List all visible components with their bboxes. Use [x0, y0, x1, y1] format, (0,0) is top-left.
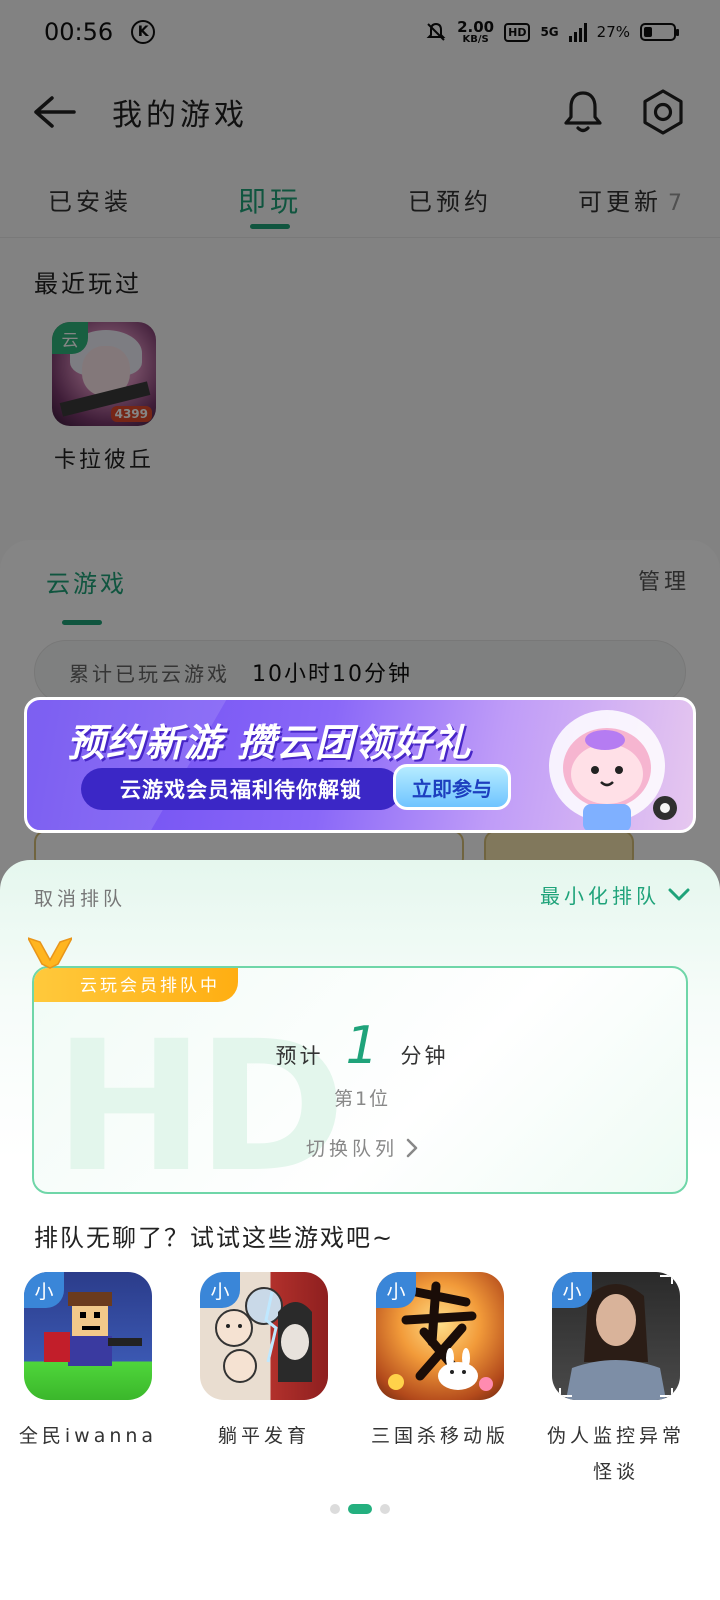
queue-bottom-sheet: 取消排队 最小化排队 HD 云玩会员排队中 预计 1 分钟 第1位 切换队列 排…: [0, 860, 720, 1600]
game-icon: 小: [376, 1272, 504, 1400]
chevron-down-icon: [668, 888, 690, 900]
game-card[interactable]: 小 三国杀移动版: [352, 1272, 528, 1454]
mini-game-tag: 小: [200, 1272, 240, 1308]
game-icon: 小: [200, 1272, 328, 1400]
eta-unit: 分钟: [400, 1044, 449, 1068]
join-now-button[interactable]: 立即参与: [393, 764, 511, 810]
minimize-queue-label: 最小化排队: [540, 884, 660, 908]
page-indicator: [0, 1504, 720, 1514]
page-dot: [330, 1504, 340, 1514]
minimize-queue-button[interactable]: 最小化排队: [540, 880, 690, 909]
game-name: 三国杀移动版: [370, 1425, 509, 1447]
promo-banner[interactable]: 预约新游 攒云团领好礼 云游戏会员福利待你解锁 立即参与: [24, 697, 696, 833]
page-dot-active: [348, 1504, 372, 1514]
eta-value: 1: [345, 1016, 379, 1076]
suggested-games-list: 小 全民iwanna 小 躺平发育 小 三国杀移动版 小 伪人监控异常怪谈: [0, 1272, 720, 1502]
page-dot: [380, 1504, 390, 1514]
banner-title: 预约新游 攒云团领好礼: [67, 721, 472, 765]
cancel-queue-button[interactable]: 取消排队: [34, 884, 126, 911]
game-card[interactable]: 小 躺平发育: [176, 1272, 352, 1454]
game-name: 躺平发育: [217, 1425, 310, 1447]
game-icon: 小: [24, 1272, 152, 1400]
eta-row: 预计 1 分钟: [34, 1016, 686, 1076]
eta-prefix: 预计: [275, 1044, 324, 1068]
game-name: 全民iwanna: [18, 1425, 158, 1447]
suggested-games-title: 排队无聊了？试试这些游戏吧~: [34, 1224, 395, 1252]
game-card[interactable]: 小 全民iwanna: [0, 1272, 176, 1454]
mascot-astronaut-icon: [549, 710, 677, 830]
game-name: 伪人监控异常怪谈: [546, 1425, 685, 1483]
game-icon: 小: [552, 1272, 680, 1400]
mini-game-tag: 小: [552, 1272, 592, 1308]
mini-game-tag: 小: [24, 1272, 64, 1308]
vip-crown-v-icon: [28, 937, 72, 969]
banner-subtitle: 云游戏会员福利待你解锁: [81, 768, 401, 810]
switch-queue-label: 切换队列: [305, 1138, 398, 1160]
game-card[interactable]: 小 伪人监控异常怪谈: [528, 1272, 704, 1490]
switch-queue-button[interactable]: 切换队列: [34, 1134, 686, 1161]
queue-position: 第1位: [333, 1088, 391, 1110]
chevron-right-icon: [406, 1138, 418, 1157]
mini-game-tag: 小: [376, 1272, 416, 1308]
queue-status-card: HD 云玩会员排队中 预计 1 分钟 第1位 切换队列: [32, 966, 688, 1194]
